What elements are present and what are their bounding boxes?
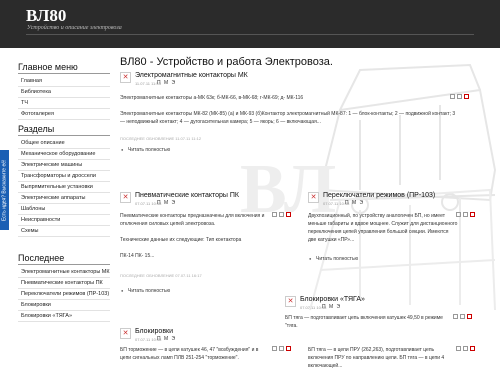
- close-x-icon: ✕: [308, 192, 319, 203]
- menu-item-home[interactable]: Главная: [18, 76, 110, 87]
- section-item[interactable]: Электрические машины: [18, 160, 110, 171]
- menu-item-gallery[interactable]: Фотогалерея: [18, 109, 110, 120]
- email-icon[interactable]: [279, 346, 284, 351]
- article-meta: П М Э: [157, 200, 177, 206]
- header-divider: [26, 34, 474, 35]
- article-meta: П М Э: [157, 80, 177, 86]
- latest-item[interactable]: Блокировки: [18, 300, 110, 311]
- article-title[interactable]: Пневматические контакторы ПК: [135, 192, 239, 199]
- main-content: ВЛ80 - Устройство и работа Электровоза.: [120, 56, 480, 71]
- article-tools: [453, 314, 472, 319]
- close-x-icon: ✕: [120, 72, 131, 83]
- article-title[interactable]: Переключатели режимов (ПР-103): [323, 192, 435, 199]
- email-icon[interactable]: [460, 314, 465, 319]
- email-icon[interactable]: [279, 212, 284, 217]
- pdf-icon[interactable]: [464, 94, 469, 99]
- article-meta: П М Э: [157, 336, 177, 342]
- print-icon[interactable]: [272, 212, 277, 217]
- sidebar: Главное меню Главная Библиотека ТЧ Фотог…: [18, 62, 110, 322]
- article-meta: П М Э: [322, 304, 342, 310]
- read-more-link[interactable]: Читать полностью: [121, 147, 170, 153]
- article-card: ✕ Пневматические контакторы ПК 07.07.11 …: [120, 192, 295, 307]
- article-card: ✕ Блокировки 07.07.11 10:58 П М Э БП тор…: [120, 328, 295, 373]
- print-icon[interactable]: [453, 314, 458, 319]
- email-icon[interactable]: [463, 212, 468, 217]
- menu-item-tch[interactable]: ТЧ: [18, 98, 110, 109]
- email-icon[interactable]: [463, 346, 468, 351]
- close-x-icon: ✕: [285, 296, 296, 307]
- latest-heading: Последнее: [18, 253, 110, 265]
- latest-item[interactable]: Пневматические контакторы ПК: [18, 278, 110, 289]
- article-tools: [272, 346, 291, 351]
- article-card: ✕ Электромагнитные контакторы МК 11.07.1…: [120, 72, 469, 162]
- site-subtitle: Устройство и описание электровоза: [27, 25, 122, 31]
- article-tools: [456, 346, 475, 351]
- section-item[interactable]: Общее описание: [18, 138, 110, 149]
- close-x-icon: ✕: [120, 328, 131, 339]
- article-card: БП тяга — в цепи ПРУ (262,263), подготав…: [308, 344, 478, 374]
- pdf-icon[interactable]: [286, 346, 291, 351]
- site-header: ВЛ80 Устройство и описание электровоза: [0, 0, 500, 48]
- article-text: БП тяга — в цепи ПРУ (262,263), подготав…: [308, 347, 445, 369]
- section-item[interactable]: Электрические аппараты: [18, 193, 110, 204]
- section-item[interactable]: Трансформаторы и дроссели: [18, 171, 110, 182]
- menu-item-library[interactable]: Библиотека: [18, 87, 110, 98]
- feedback-tab[interactable]: Есть идея? Выскажите её!: [0, 150, 9, 230]
- latest-item[interactable]: Переключатели режимов (ПР-103): [18, 289, 110, 300]
- article-text: БП торможение — в цепи катушек 46, 47 "в…: [120, 347, 259, 361]
- pdf-icon[interactable]: [467, 314, 472, 319]
- pdf-icon[interactable]: [470, 212, 475, 217]
- article-title[interactable]: Блокировки: [135, 328, 173, 335]
- close-x-icon: ✕: [120, 192, 131, 203]
- sections-heading: Разделы: [18, 124, 110, 136]
- article-title[interactable]: Электромагнитные контакторы МК: [135, 72, 248, 79]
- section-item[interactable]: Выпрямительные установки: [18, 182, 110, 193]
- pdf-icon[interactable]: [470, 346, 475, 351]
- section-item[interactable]: Механическое оборудование: [18, 149, 110, 160]
- read-more-link[interactable]: Читать полностью: [309, 256, 358, 262]
- article-updated: ПОСЛЕДНЕЕ ОБНОВЛЕНИЕ 11.07.11 11:12: [120, 136, 202, 141]
- article-meta: П М Э: [345, 200, 365, 206]
- article-tools: [456, 212, 475, 217]
- print-icon[interactable]: [456, 346, 461, 351]
- page-title: ВЛ80 - Устройство и работа Электровоза.: [120, 56, 333, 68]
- print-icon[interactable]: [272, 346, 277, 351]
- latest-item[interactable]: Блокировки «ТЯГА»: [18, 311, 110, 322]
- article-text: Электромагнитные контакторы а-МК 63к; б-…: [120, 95, 456, 125]
- article-title[interactable]: Блокировки «ТЯГА»: [300, 296, 365, 303]
- article-text: БП тяга — подготавливает цепь включения …: [285, 315, 443, 329]
- section-item[interactable]: Шаблоны: [18, 204, 110, 215]
- read-more-link[interactable]: Читать полностью: [121, 288, 170, 294]
- section-item[interactable]: Схемы: [18, 226, 110, 237]
- section-item[interactable]: Неисправности: [18, 215, 110, 226]
- article-tools: [272, 212, 291, 217]
- article-card: ✕ Блокировки «ТЯГА» 07.07.11 10:58 П М Э…: [285, 296, 475, 329]
- article-card: ✕ Переключатели режимов (ПР-103) 07.07.1…: [308, 192, 478, 272]
- pdf-icon[interactable]: [286, 212, 291, 217]
- main-menu-heading: Главное меню: [18, 62, 110, 74]
- article-text: Пневматические контакторы предназначены …: [120, 213, 265, 259]
- article-updated: ПОСЛЕДНЕЕ ОБНОВЛЕНИЕ 07.07.11 16:17: [120, 273, 202, 278]
- article-text: Двухпозиционный, по устройству аналогиче…: [308, 213, 458, 243]
- latest-item[interactable]: Электромагнитные контакторы МК: [18, 267, 110, 278]
- site-title[interactable]: ВЛ80: [26, 6, 66, 26]
